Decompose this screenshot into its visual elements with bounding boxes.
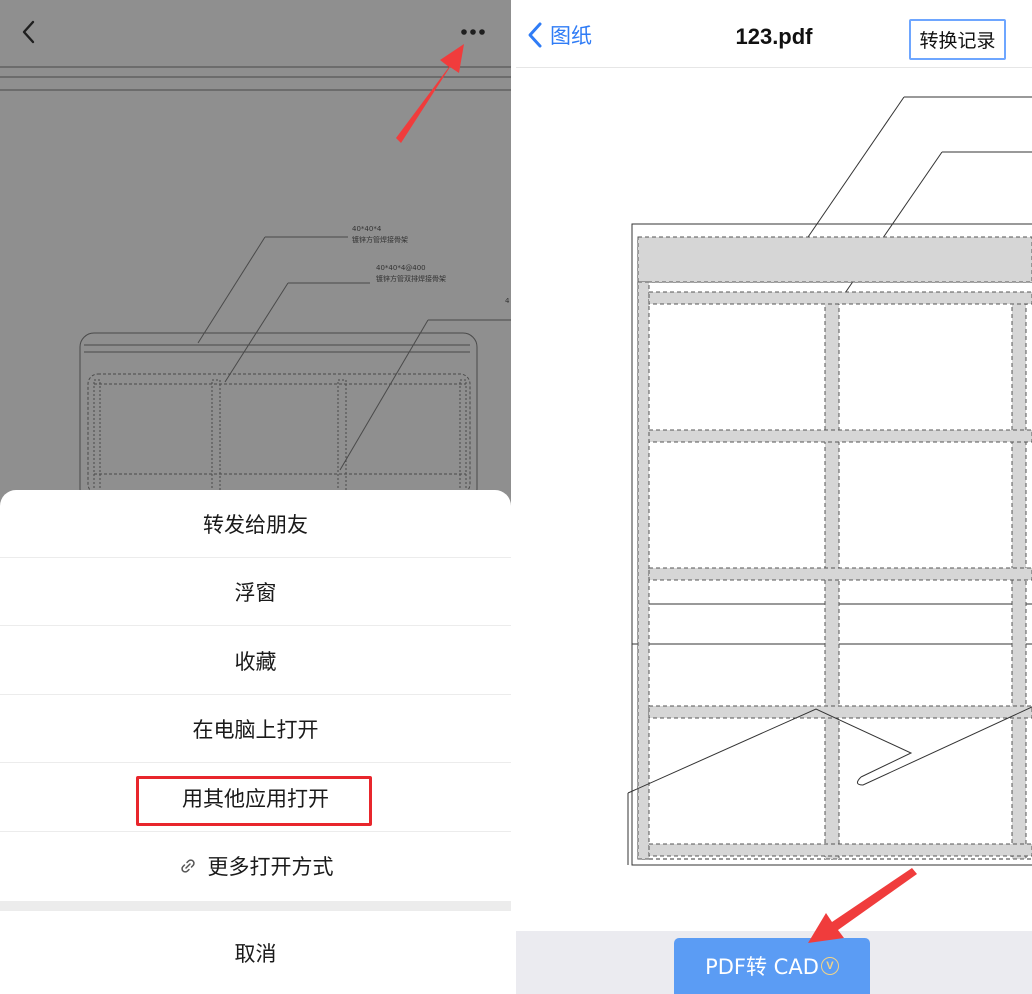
option-label: 转发给朋友 [203, 512, 308, 537]
drawing-label-dim-1: 40*40*4 [352, 225, 382, 233]
more-dots-icon [461, 29, 485, 35]
viewer-top-bar [0, 0, 511, 66]
option-label: 在电脑上打开 [192, 717, 319, 742]
document-title: 123.pdf [735, 24, 813, 49]
open-on-computer-option[interactable]: 在电脑上打开 [0, 695, 511, 763]
action-sheet: 转发给朋友 浮窗 收藏 在电脑上打开 用其他应用打开 更多打开方式 取消 [0, 490, 511, 994]
cad-drawing-preview [627, 96, 1032, 866]
nav-bar: 图纸 123.pdf 转换记录 [516, 0, 1032, 68]
pdf-to-cad-label: PDF转 CAD [705, 955, 819, 979]
option-label: 用其他应用打开 [182, 786, 329, 811]
option-label: 更多打开方式 [207, 855, 334, 879]
drawing-label-dim-3: 4 [505, 297, 510, 305]
left-screen: 40*40*4 镀锌方管焊接骨架 40*40*4@400 镀锌方管双排焊接骨架 … [0, 0, 511, 994]
drawing-label-text-2: 镀锌方管双排焊接骨架 [376, 274, 446, 283]
sheet-divider [0, 901, 511, 911]
conversion-history-button[interactable]: 转换记录 [909, 19, 1006, 60]
floating-window-option[interactable]: 浮窗 [0, 558, 511, 626]
back-button[interactable] [14, 16, 46, 48]
option-label: 浮窗 [234, 580, 277, 605]
favorite-option[interactable]: 收藏 [0, 627, 511, 695]
more-open-methods-option[interactable]: 更多打开方式 [0, 832, 511, 900]
right-screen: 图纸 123.pdf 转换记录 PDF转 CAD V [516, 0, 1032, 994]
pdf-to-cad-button[interactable]: PDF转 CAD V [674, 938, 870, 994]
chevron-left-icon [22, 20, 35, 44]
drawing-label-dim-2: 40*40*4@400 [376, 264, 426, 272]
vip-badge-icon: V [820, 957, 839, 975]
nav-back-button[interactable]: 图纸 [526, 20, 592, 50]
open-with-other-app-option[interactable]: 用其他应用打开 [0, 764, 511, 832]
chevron-left-icon [528, 22, 542, 48]
nav-back-label: 图纸 [550, 24, 592, 48]
forward-to-friend-option[interactable]: 转发给朋友 [0, 490, 511, 558]
cancel-label: 取消 [234, 941, 277, 966]
option-label: 收藏 [234, 649, 277, 674]
cancel-button[interactable]: 取消 [0, 911, 511, 994]
drawing-label-text-1: 镀锌方管焊接骨架 [352, 235, 408, 244]
link-icon [178, 856, 198, 876]
more-options-button[interactable] [452, 18, 494, 46]
pdf-preview[interactable] [516, 69, 1032, 931]
